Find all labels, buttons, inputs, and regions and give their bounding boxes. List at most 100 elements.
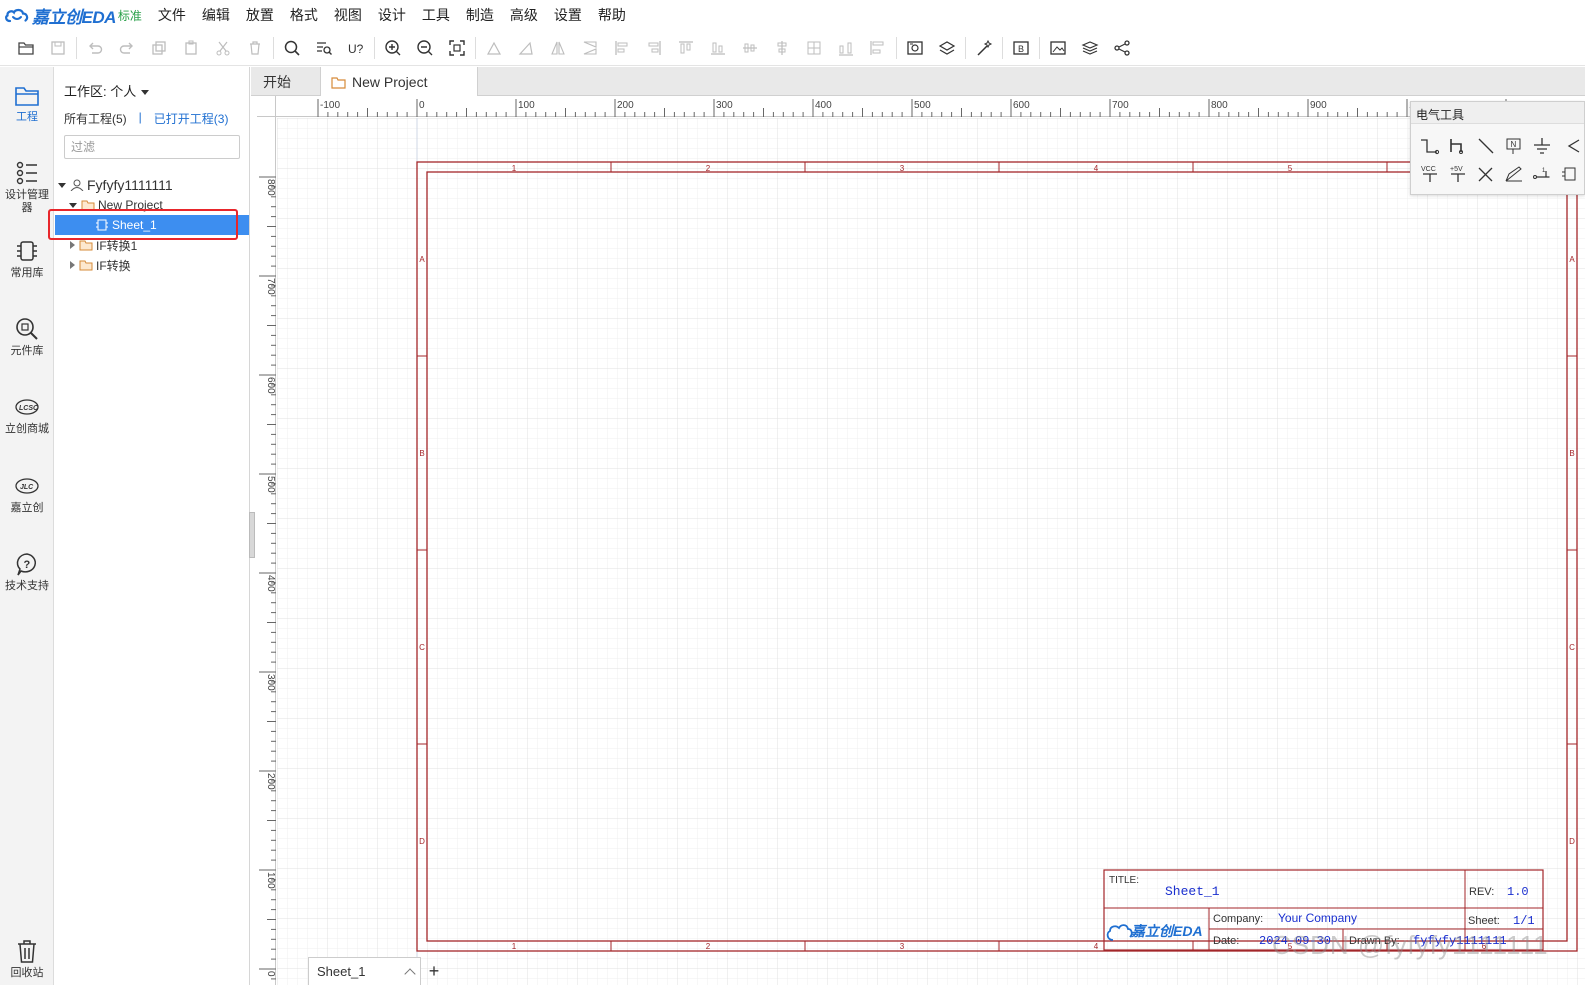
fit-view-button[interactable] [441,34,473,62]
folder-open-icon [18,41,34,55]
project-panel: 工作区: 个人 所有工程(5) | 已打开工程(3) Fyfyfy1111111… [55,67,250,985]
align-grid-button[interactable] [798,34,830,62]
rotate-left-button[interactable] [510,34,542,62]
bus-tool[interactable] [1445,136,1471,158]
ruler-label: 500 [914,100,931,111]
net-flag-tool[interactable] [1501,164,1527,186]
net-port-tool[interactable] [1557,136,1583,158]
copy-button[interactable] [143,34,175,62]
expand-down-icon[interactable] [58,182,66,188]
align-left-button[interactable] [606,34,638,62]
rail-common-lib[interactable]: 常用库 [0,237,54,280]
tab-start[interactable]: 开始 [251,67,319,96]
tab-new-project[interactable]: New Project [320,67,478,97]
flip-vertical-button[interactable] [574,34,606,62]
toolbar-separator [475,36,476,59]
menu-settings[interactable]: 设置 [546,0,590,30]
find-button[interactable] [276,34,308,62]
rail-project-label: 工程 [16,111,38,123]
rail-jlc[interactable]: JLC 嘉立创 [0,472,54,515]
flip-vertical-icon [583,40,597,55]
update-pcb-button[interactable] [931,34,963,62]
menu-place[interactable]: 放置 [238,0,282,30]
menu-view[interactable]: 视图 [326,0,370,30]
share-button[interactable] [1106,34,1138,62]
tree-project-if-row[interactable]: IF转换 [55,255,249,275]
zoom-out-button[interactable] [409,34,441,62]
bus-icon [1450,139,1463,154]
vcc-tool[interactable]: VCC [1417,164,1443,186]
filter-input[interactable] [64,135,240,159]
net-label-tool[interactable]: N [1501,136,1527,158]
zoom-in-button[interactable] [377,34,409,62]
app-logo[interactable]: 嘉立创EDA 标准 [0,0,142,30]
sheet-symbol-tool[interactable] [1557,164,1583,186]
pin-tool[interactable]: 1 [1529,164,1555,186]
rail-design-manager[interactable]: 设计管理器 [0,159,54,215]
drc-button[interactable] [968,34,1000,62]
distribute-v-button[interactable] [862,34,894,62]
menu-file[interactable]: 文件 [150,0,194,30]
sheet-tab[interactable]: Sheet_1 [308,957,421,985]
panel-collapse-handle[interactable] [249,512,255,558]
tab-opened-projects[interactable]: 已打开工程(3) [154,110,229,127]
plus5v-tool[interactable]: +5V [1445,164,1471,186]
rotate-button[interactable] [478,34,510,62]
menu-format[interactable]: 格式 [282,0,326,30]
expand-right-icon[interactable] [70,261,75,269]
schematic-canvas[interactable]: 112233445566AABBCCDD TITLE: Sheet_1 REV:… [277,118,1585,985]
trash-icon [250,40,260,55]
workspace-dropdown[interactable]: 工作区: 个人 [64,81,150,100]
align-vcenter-button[interactable] [766,34,798,62]
export-image-button[interactable] [1042,34,1074,62]
wire-tool[interactable] [1417,136,1443,158]
redo-button[interactable] [111,34,143,62]
add-sheet-button[interactable]: + [424,960,444,985]
rail-lcsc[interactable]: LCSC 立创商城 [0,393,54,436]
chevron-up-icon[interactable] [404,968,416,980]
align-top-button[interactable] [670,34,702,62]
expand-down-icon[interactable] [69,202,77,208]
rail-recycle-bin[interactable]: 回收站 [0,937,54,980]
undo-button[interactable] [79,34,111,62]
delete-button[interactable] [239,34,271,62]
menu-help[interactable]: 帮助 [590,0,634,30]
align-hcenter-button[interactable] [734,34,766,62]
flip-horizontal-button[interactable] [542,34,574,62]
toolbar-separator [374,36,375,59]
cut-button[interactable] [207,34,239,62]
ruler-label: 100 [518,100,535,111]
convert-pcb-button[interactable] [899,34,931,62]
tree-user-row[interactable]: Fyfyfy1111111 [55,175,249,195]
menu-design[interactable]: 设计 [370,0,414,30]
layers-icon [1081,40,1099,55]
lcsc-icon: LCSC [15,399,39,415]
rail-support[interactable]: ? 技术支持 [0,550,54,593]
bus-entry-tool[interactable] [1473,136,1499,158]
open-folder-button[interactable] [10,34,42,62]
menu-tools[interactable]: 工具 [414,0,458,30]
rail-component-lib[interactable]: 元件库 [0,315,54,358]
company-value: Your Company [1278,911,1357,925]
ruler-label: 200 [265,773,276,790]
find-similar-button[interactable] [308,34,340,62]
paste-button[interactable] [175,34,207,62]
ground-tool[interactable] [1529,136,1555,158]
distribute-h-button[interactable] [830,34,862,62]
frame-column-label: 3 [900,164,905,173]
no-connect-tool[interactable] [1473,164,1499,186]
menu-edit[interactable]: 编辑 [194,0,238,30]
layers-button[interactable] [1074,34,1106,62]
rail-lcsc-label: 立创商城 [5,423,49,435]
align-bottom-button[interactable] [702,34,734,62]
align-right-button[interactable] [638,34,670,62]
tab-all-projects[interactable]: 所有工程(5) [64,110,127,127]
bom-button[interactable]: B [1005,34,1037,62]
annotate-button[interactable]: U? [340,34,372,62]
menu-fabrication[interactable]: 制造 [458,0,502,30]
save-button[interactable] [42,34,74,62]
menu-advanced[interactable]: 高级 [502,0,546,30]
rail-project[interactable]: 工程 [0,81,54,124]
expand-right-icon[interactable] [70,241,75,249]
sheet-label: Sheet: [1468,915,1500,927]
